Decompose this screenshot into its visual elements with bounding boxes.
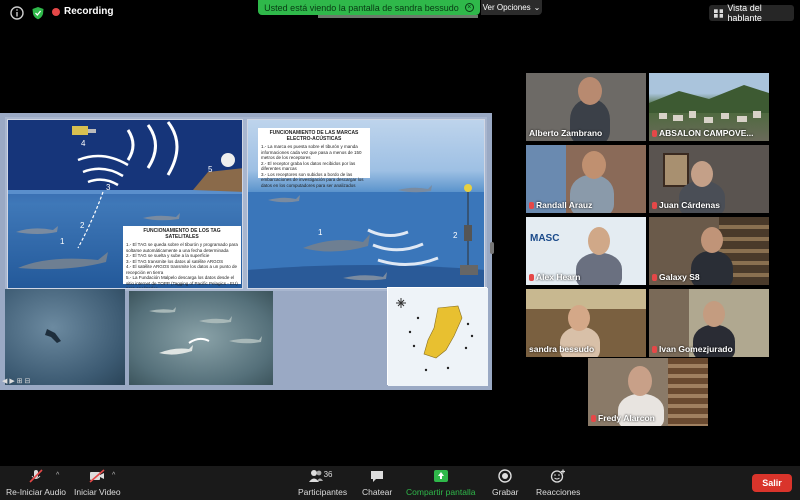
share-screen-button[interactable]: Compartir pantalla (406, 469, 475, 497)
recording-label: Recording (64, 6, 114, 17)
acoustic-number-1: 1 (318, 228, 323, 237)
share-banner-shadow (318, 15, 478, 18)
participant-tile[interactable]: ABSALON CAMPOVE... (649, 73, 769, 141)
muted-mic-icon (529, 201, 534, 209)
tile-logo-text: MASC (530, 233, 560, 244)
meeting-toolbar: Re-Iniciar Audio ^ Iniciar Video ^ 36 Pa… (0, 466, 800, 500)
slide-controls[interactable]: ◀ ▶ ⊞ ⊟ (2, 377, 30, 385)
video-label: Iniciar Video (74, 487, 121, 497)
video-options-caret-icon[interactable]: ^ (112, 472, 115, 479)
slide-photos (5, 287, 488, 386)
record-icon (498, 469, 512, 483)
share-banner: Usted está viendo la pantalla de sandra … (258, 0, 480, 15)
participant-name: Juan Cárdenas (652, 200, 720, 210)
participant-name: Galaxy S8 (652, 272, 700, 282)
participant-name: sandra bessudo (529, 344, 595, 354)
diagram-number-4: 4 (81, 139, 86, 148)
muted-mic-icon (529, 273, 534, 281)
muted-mic-icon (591, 414, 596, 422)
leave-meeting-button[interactable]: Salir (752, 474, 792, 492)
acoustic-box-line: 1.- La marca es puesta sobre el tiburón … (261, 144, 362, 160)
satellite-tag-diagram: 1 2 3 4 5 FUNCIONAMIENTO DE LOS TAG SATE… (7, 119, 243, 289)
audio-label: Re-Iniciar Audio (6, 487, 67, 497)
muted-mic-icon (652, 345, 657, 353)
diagram-number-1: 1 (60, 237, 65, 246)
participant-tile[interactable]: Ivan Gomezjurado (649, 289, 769, 357)
muted-mic-icon (652, 273, 657, 281)
participant-name: Alex Hearn (529, 272, 580, 282)
diver-illustration (45, 329, 61, 343)
reactions-button[interactable]: Reacciones (536, 469, 580, 497)
acoustic-box-line: 2.- El receptor graba los datos recibido… (261, 160, 356, 172)
grid-icon (714, 8, 724, 18)
speaker-view-button[interactable]: Vista del hablante (709, 3, 794, 23)
muted-mic-icon (652, 201, 657, 209)
participant-tile[interactable]: Galaxy S8 (649, 217, 769, 285)
acoustic-box-line: 3.- Los receptores son subidos a bordo d… (261, 171, 364, 188)
satellite-box-line: 1.- El TAG se queda sobre el tiburón y p… (126, 242, 238, 253)
participant-name: Ivan Gomezjurado (652, 344, 733, 354)
acoustic-box-title: FUNCIONAMIENTO DE LAS MARCAS ELECTRO-ACÚ… (269, 130, 359, 142)
diver-photo (5, 289, 125, 385)
island-map (387, 287, 488, 386)
top-bar: Recording Usted está viendo la pantalla … (0, 0, 800, 26)
satellite-box-title: FUNCIONAMIENTO DE LOS TAG SATELITALES (143, 228, 221, 240)
participant-tile[interactable]: Alberto Zambrano (526, 73, 646, 141)
participant-tile[interactable]: sandra bessudo (526, 289, 646, 357)
share-banner-text: Usted está viendo la pantalla de sandra … (264, 2, 459, 13)
sharks-school-illustration (149, 307, 262, 355)
participant-name: Fredy Alarcon (591, 413, 655, 423)
malpelo-island-illustration (388, 288, 488, 386)
chevron-down-icon: ⌄ (533, 3, 541, 12)
leave-label: Salir (762, 478, 782, 488)
slide-diagrams: 1 2 3 4 5 FUNCIONAMIENTO DE LOS TAG SATE… (5, 117, 487, 291)
split-resize-handle[interactable] (490, 242, 494, 254)
camera-off-icon (89, 469, 105, 483)
speaker-view-label: Vista del hablante (727, 3, 762, 23)
participant-name: Alberto Zambrano (529, 128, 603, 138)
participants-button[interactable]: 36 Participantes (298, 469, 347, 497)
microphone-muted-icon (29, 469, 43, 483)
view-options-label: Ver Opciones (482, 3, 531, 12)
participant-tile[interactable]: MASC Alex Hearn (526, 217, 646, 285)
info-icon[interactable] (10, 6, 24, 20)
participant-tile[interactable]: Fredy Alarcon (588, 358, 708, 426)
share-banner-close-icon[interactable]: × (464, 3, 474, 12)
participants-count: 36 (323, 470, 333, 479)
muted-mic-icon (652, 129, 657, 137)
sharks-underwater-photo (129, 291, 273, 385)
recording-indicator[interactable]: Recording (52, 6, 113, 17)
participant-name: ABSALON CAMPOVE... (652, 128, 753, 138)
share-screen-icon (433, 470, 448, 482)
satellite-box-line: 5.- La Fundación Malpelo descarga los da… (126, 275, 238, 289)
diagram-number-3: 3 (106, 183, 111, 192)
diagram-number-5: 5 (208, 165, 213, 174)
participant-tile[interactable]: Juan Cárdenas (649, 145, 769, 213)
share-screen-label: Compartir pantalla (406, 487, 476, 497)
acoustic-info-box: FUNCIONAMIENTO DE LAS MARCAS ELECTRO-ACÚ… (258, 128, 370, 188)
chat-icon (371, 471, 384, 482)
shield-icon[interactable] (31, 6, 45, 20)
participants-icon (308, 470, 323, 482)
smiley-plus-icon (551, 469, 566, 483)
view-options-button[interactable]: Ver Opciones ⌄ (481, 0, 542, 15)
participant-name: Randall Arauz (529, 200, 592, 210)
record-label: Grabar (492, 487, 519, 497)
audio-options-caret-icon[interactable]: ^ (56, 472, 59, 479)
satellite-box-line: 4.- El satélite ARGOS transmite los dato… (126, 264, 238, 275)
diagram-number-2: 2 (80, 221, 85, 230)
acoustic-number-2: 2 (453, 231, 458, 240)
participants-label: Participantes (298, 487, 348, 497)
recording-dot-icon (52, 7, 60, 16)
record-button[interactable]: Grabar (492, 469, 518, 497)
satellite-info-box: FUNCIONAMIENTO DE LOS TAG SATELITALES 1.… (123, 226, 241, 288)
reactions-label: Reacciones (536, 487, 581, 497)
shared-screen[interactable]: 1 2 3 4 5 FUNCIONAMIENTO DE LOS TAG SATE… (0, 113, 492, 390)
chat-label: Chatear (362, 487, 393, 497)
participant-tile[interactable]: Randall Arauz (526, 145, 646, 213)
chat-button[interactable]: Chatear (362, 469, 392, 497)
acoustic-tag-diagram: 1 2 FUNCIONAMIENTO DE LAS MARCAS ELECTRO… (247, 119, 485, 289)
